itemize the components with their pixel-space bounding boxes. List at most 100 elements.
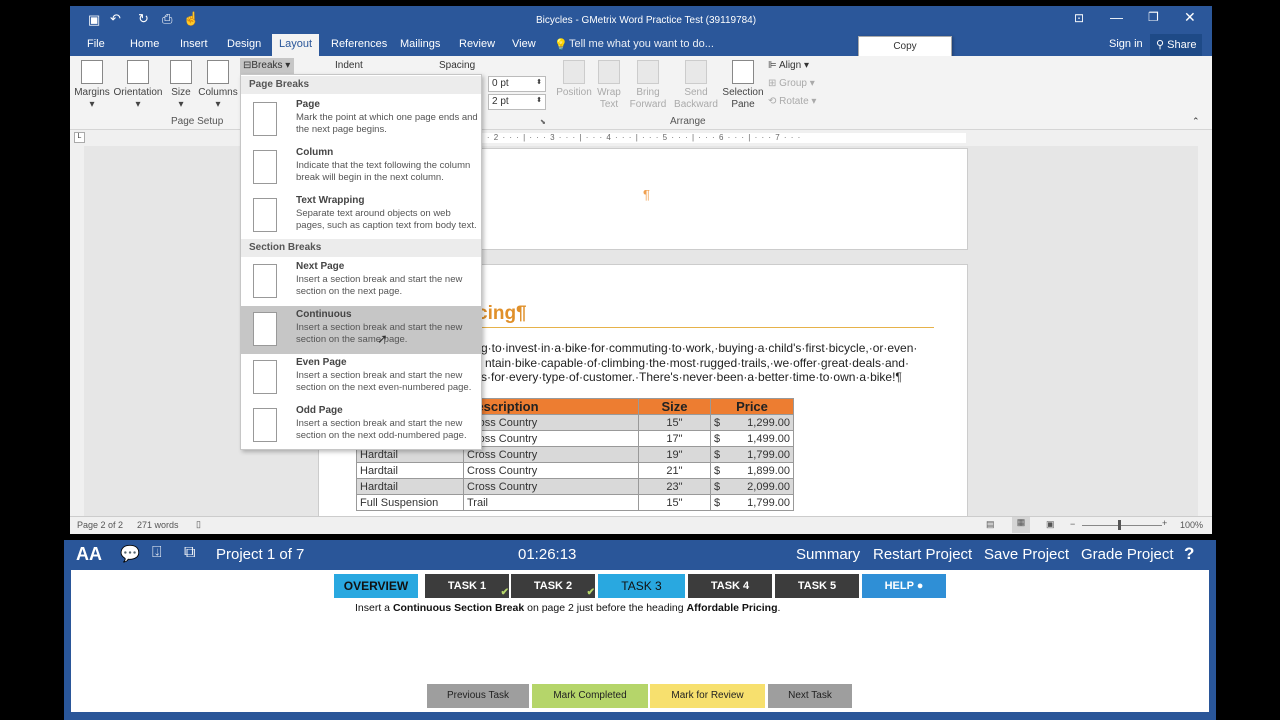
word-count[interactable]: 271 words bbox=[137, 520, 179, 530]
mouse-cursor-icon: ➚ bbox=[377, 331, 388, 346]
menu-item-text-wrapping[interactable]: Text Wrapping Separate text around object… bbox=[241, 192, 481, 240]
project-counter: Project 1 of 7 bbox=[216, 546, 305, 563]
minimize-icon[interactable]: — bbox=[1110, 10, 1123, 25]
summary-link[interactable]: Summary bbox=[796, 546, 860, 563]
tell-me-search[interactable]: Tell me what you want to do... bbox=[569, 38, 714, 50]
page-count[interactable]: Page 2 of 2 bbox=[77, 520, 123, 530]
menu-item-even-page[interactable]: Even Page Insert a section break and star… bbox=[241, 354, 481, 402]
restore-icon[interactable]: ❐ bbox=[1148, 10, 1159, 24]
wrap-text-button[interactable]: Wrap Text bbox=[594, 60, 624, 111]
tab-task-4[interactable]: TASK 4 bbox=[688, 574, 772, 598]
menu-item-page[interactable]: Page Mark the point at which one page end… bbox=[241, 96, 481, 144]
next-page-icon bbox=[253, 264, 277, 298]
tab-mailings[interactable]: Mailings bbox=[400, 38, 440, 50]
ruler-scale: · · 2 · · · | · · · 3 · · · | · · · 4 · … bbox=[480, 133, 966, 143]
tab-view[interactable]: View bbox=[512, 38, 536, 50]
paragraph-dialog-launcher[interactable]: ⬊ bbox=[540, 118, 546, 126]
wrap-text-icon bbox=[598, 60, 620, 84]
size-button[interactable]: Size ▾ bbox=[168, 60, 194, 111]
tab-help[interactable]: HELP ● bbox=[862, 574, 946, 598]
menu-item-column[interactable]: Column Indicate that the text following t… bbox=[241, 144, 481, 192]
indent-label: Indent bbox=[335, 60, 363, 71]
rotate-button[interactable]: ⟲ Rotate ▾ bbox=[768, 96, 816, 107]
tab-home[interactable]: Home bbox=[130, 38, 159, 50]
margins-button[interactable]: Margins ▾ bbox=[74, 60, 110, 111]
send-backward-button[interactable]: Send Backward bbox=[672, 60, 720, 111]
tab-insert[interactable]: Insert bbox=[180, 38, 208, 50]
font-size-icon[interactable]: AA bbox=[76, 544, 102, 565]
read-mode-icon[interactable]: ▤ bbox=[986, 519, 995, 530]
para-line: ntain·bike·capable·of·climbing·the·most·… bbox=[485, 355, 909, 370]
collapse-ribbon-icon[interactable]: ⌃ bbox=[1192, 116, 1200, 127]
table-cell: Trail bbox=[463, 494, 639, 511]
touch-mode-icon[interactable]: ☝ bbox=[183, 11, 199, 27]
table-cell: 19" bbox=[638, 446, 711, 463]
table-cell: Cross Country bbox=[463, 478, 639, 495]
zoom-slider[interactable] bbox=[1082, 525, 1162, 526]
redo-icon[interactable]: ↻ bbox=[138, 11, 149, 27]
zoom-out-icon[interactable]: − bbox=[1070, 519, 1075, 529]
menu-item-odd-page[interactable]: Odd Page Insert a section break and start… bbox=[241, 402, 481, 450]
close-icon[interactable]: ✕ bbox=[1184, 9, 1196, 26]
bring-forward-button[interactable]: Bring Forward bbox=[626, 60, 670, 111]
heading-affordable-pricing: cing¶ bbox=[477, 303, 527, 324]
gmetrix-panel: AA 💬 ⍗ ⧉ Project 1 of 7 01:26:13 Summary… bbox=[64, 540, 1216, 720]
selection-pane-button[interactable]: Selection Pane bbox=[722, 60, 764, 111]
orientation-button[interactable]: Orientation ▾ bbox=[112, 60, 164, 111]
spacing-after-input[interactable]: 2 pt ⬍ bbox=[488, 94, 546, 110]
table-cell: $ bbox=[710, 430, 725, 447]
mark-for-review-button[interactable]: Mark for Review bbox=[650, 684, 765, 708]
tab-references[interactable]: References bbox=[331, 38, 387, 50]
mark-completed-button[interactable]: Mark Completed bbox=[532, 684, 648, 708]
check-icon: ✔ bbox=[586, 587, 595, 598]
tab-file[interactable]: File bbox=[87, 38, 105, 50]
menu-item-continuous[interactable]: Continuous Insert a section break and sta… bbox=[241, 306, 481, 354]
save-icon[interactable]: ▣ bbox=[88, 12, 100, 28]
print-layout-icon[interactable]: ▦ bbox=[1012, 517, 1030, 533]
zoom-slider-thumb[interactable] bbox=[1118, 520, 1121, 530]
zoom-level[interactable]: 100% bbox=[1180, 520, 1203, 530]
previous-task-button[interactable]: Previous Task bbox=[427, 684, 529, 708]
zoom-in-icon[interactable]: + bbox=[1162, 518, 1167, 528]
window-layout-icon[interactable]: ⧉ bbox=[184, 544, 195, 562]
group-button[interactable]: ⊞ Group ▾ bbox=[768, 78, 815, 89]
tab-review[interactable]: Review bbox=[459, 38, 495, 50]
grade-project-link[interactable]: Grade Project bbox=[1081, 546, 1174, 563]
spacing-label: Spacing bbox=[439, 60, 476, 71]
help-icon[interactable]: ? bbox=[1184, 544, 1194, 564]
position-button[interactable]: Position bbox=[554, 60, 594, 99]
share-button[interactable]: ⚲ Share bbox=[1150, 34, 1203, 56]
next-task-button[interactable]: Next Task bbox=[768, 684, 852, 708]
table-cell: 23" bbox=[638, 478, 711, 495]
tab-task-3[interactable]: TASK 3 bbox=[598, 574, 685, 598]
menu-item-next-page[interactable]: Next Page Insert a section break and star… bbox=[241, 258, 481, 306]
tab-task-1[interactable]: TASK 1 ✔ bbox=[425, 574, 509, 598]
copy-tooltip: Copy bbox=[858, 36, 952, 58]
text-wrapping-icon bbox=[253, 198, 277, 232]
spacing-before-input[interactable]: 0 pt ⬍ bbox=[488, 76, 546, 92]
proofing-icon[interactable]: ▯ bbox=[196, 519, 201, 530]
size-icon bbox=[170, 60, 192, 84]
tab-task-2[interactable]: TASK 2 ✔ bbox=[511, 574, 595, 598]
print-preview-icon[interactable]: ⎙ bbox=[162, 11, 172, 27]
ribbon-tabs: File Home Insert Design Layout Reference… bbox=[70, 34, 1212, 56]
page-setup-group-label: Page Setup bbox=[171, 116, 224, 127]
undo-icon[interactable]: ↶ bbox=[110, 11, 121, 27]
restart-project-link[interactable]: Restart Project bbox=[873, 546, 972, 563]
web-layout-icon[interactable]: ▣ bbox=[1046, 519, 1055, 530]
ribbon-display-icon[interactable]: ⊡ bbox=[1074, 11, 1084, 25]
breaks-button[interactable]: ⊟Breaks ▾ bbox=[240, 58, 294, 74]
columns-icon bbox=[207, 60, 229, 84]
save-project-link[interactable]: Save Project bbox=[984, 546, 1069, 563]
columns-button[interactable]: Columns ▾ bbox=[198, 60, 238, 111]
tab-selector[interactable]: L bbox=[74, 132, 85, 143]
tab-overview[interactable]: OVERVIEW bbox=[334, 574, 418, 598]
download-icon[interactable]: ⍗ bbox=[152, 544, 162, 562]
tab-layout[interactable]: Layout bbox=[272, 34, 320, 56]
sign-in-link[interactable]: Sign in bbox=[1109, 38, 1143, 50]
tab-design[interactable]: Design bbox=[227, 38, 261, 50]
comment-icon[interactable]: 💬 bbox=[120, 544, 140, 564]
align-button[interactable]: ⊫ Align ▾ bbox=[768, 60, 809, 71]
header-cell: Size bbox=[638, 398, 711, 415]
tab-task-5[interactable]: TASK 5 bbox=[775, 574, 859, 598]
